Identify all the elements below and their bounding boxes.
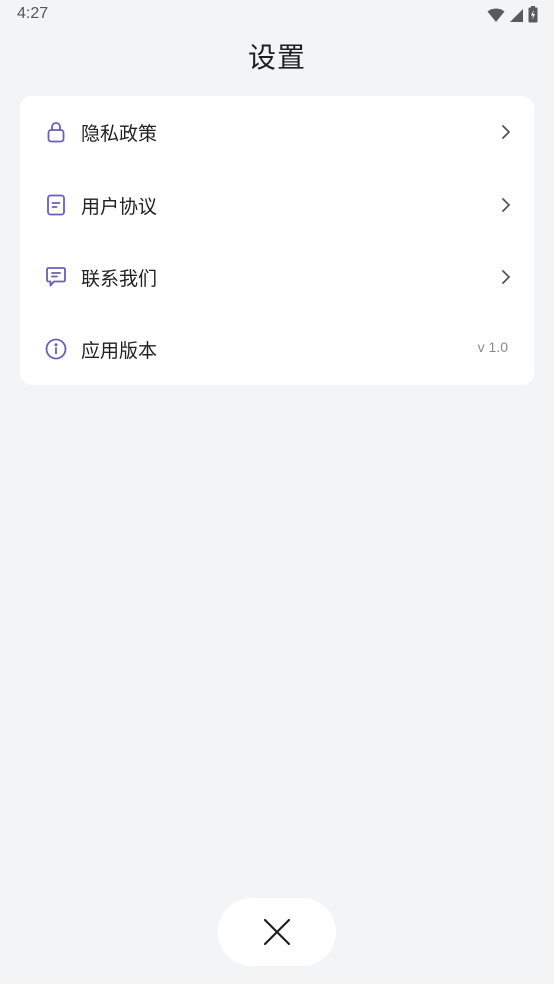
- document-icon: [44, 193, 68, 217]
- settings-item-app-version[interactable]: 应用版本 v 1.0: [20, 313, 534, 385]
- settings-item-label: 联系我们: [81, 268, 158, 290]
- wifi-icon: [487, 7, 505, 27]
- settings-item-user-agreement[interactable]: 用户协议: [20, 169, 534, 241]
- battery-icon: [528, 6, 538, 27]
- lock-icon: [44, 120, 68, 144]
- status-icons: [487, 6, 538, 27]
- page-title: 设置: [247, 41, 306, 74]
- settings-item-label: 用户协议: [81, 196, 158, 218]
- status-time: 4:27: [17, 5, 49, 22]
- settings-card: 隐私政策 用户协议 联系我们 应用版本 v 1.0: [20, 96, 534, 385]
- close-button[interactable]: [218, 898, 336, 966]
- close-icon: [263, 918, 291, 946]
- settings-item-privacy-policy[interactable]: 隐私政策: [20, 96, 534, 168]
- settings-item-contact-us[interactable]: 联系我们: [20, 241, 534, 313]
- chevron-right-icon: [500, 268, 512, 286]
- status-bar: 4:27: [0, 0, 554, 30]
- info-icon: [44, 337, 68, 361]
- settings-item-label: 应用版本: [81, 340, 158, 362]
- cellular-signal-icon: [509, 7, 524, 27]
- settings-item-label: 隐私政策: [81, 123, 158, 145]
- chevron-right-icon: [500, 196, 512, 214]
- chat-icon: [44, 265, 68, 289]
- chevron-right-icon: [500, 123, 512, 141]
- app-version-value: v 1.0: [477, 339, 508, 355]
